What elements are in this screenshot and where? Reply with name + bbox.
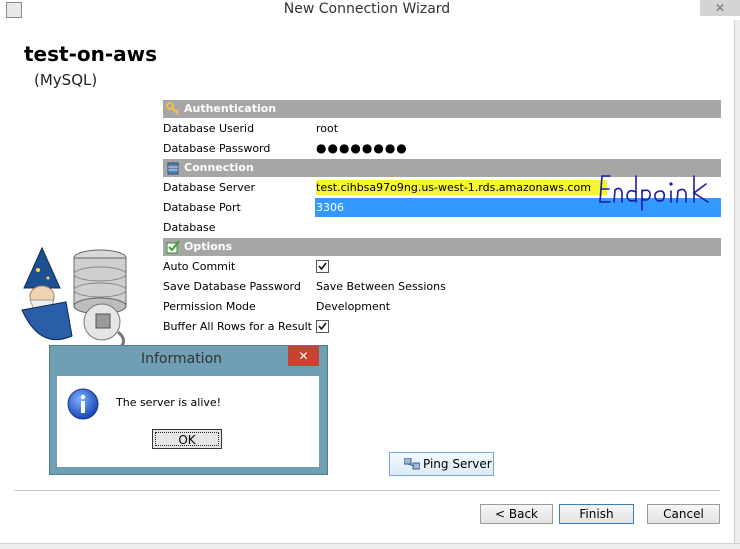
window-close-button[interactable]: ✕	[700, 0, 740, 16]
database-label: Database	[163, 218, 315, 237]
section-options-label: Options	[184, 240, 233, 253]
checkmark-icon	[166, 240, 180, 254]
autocommit-label: Auto Commit	[163, 257, 315, 276]
information-dialog: Information ✕ The server is alive! OK	[49, 345, 328, 475]
window-right-edge	[734, 20, 740, 549]
check-mark-icon	[318, 322, 327, 331]
save-password-label: Save Database Password	[163, 277, 315, 296]
dialog-title: Information	[140, 351, 223, 367]
section-authentication-label: Authentication	[184, 102, 277, 115]
title-bar: New Connection Wizard ✕	[0, 0, 740, 20]
port-label: Database Port	[163, 198, 315, 217]
password-label: Database Password	[163, 139, 315, 158]
row-permission-mode[interactable]: Permission Mode Development	[163, 297, 721, 316]
row-database-password[interactable]: Database Password ●●●●●●●●	[163, 139, 721, 158]
window-bottom-edge	[0, 543, 740, 549]
save-password-select[interactable]: Save Between Sessions	[315, 277, 721, 296]
ok-button[interactable]: OK	[152, 429, 222, 449]
row-database[interactable]: Database	[163, 218, 721, 237]
database-icon	[167, 162, 179, 175]
cancel-button[interactable]: Cancel	[647, 504, 720, 524]
connection-properties-grid: Authentication Database Userid root Data…	[163, 100, 721, 336]
endpoint-handwritten-annotation	[599, 175, 709, 211]
ping-server-label: Ping Server	[423, 457, 492, 471]
footer-separator	[14, 490, 720, 491]
dialog-close-button[interactable]: ✕	[288, 346, 319, 366]
buffer-rows-label: Buffer All Rows for a Result	[163, 317, 315, 336]
section-connection-label: Connection	[184, 161, 254, 174]
finish-button[interactable]: Finish	[559, 504, 634, 524]
key-icon	[166, 102, 179, 115]
autocommit-cell	[315, 257, 721, 276]
userid-field[interactable]: root	[315, 119, 721, 138]
info-icon	[67, 388, 99, 420]
row-auto-commit[interactable]: Auto Commit	[163, 257, 721, 276]
permission-mode-label: Permission Mode	[163, 297, 315, 316]
dialog-message: The server is alive!	[116, 396, 222, 409]
dialog-body: The server is alive! OK	[57, 376, 319, 467]
ping-server-button[interactable]: Ping Server	[389, 452, 494, 476]
password-field[interactable]: ●●●●●●●●	[315, 139, 721, 158]
database-field[interactable]	[315, 218, 721, 237]
row-buffer-rows[interactable]: Buffer All Rows for a Result	[163, 317, 721, 336]
check-mark-icon	[318, 262, 327, 271]
server-value-highlighted: test.cihbsa97o9ng.us-west-1.rds.amazonaw…	[316, 180, 607, 195]
permission-mode-select[interactable]: Development	[315, 297, 721, 316]
wizard-database-icon	[21, 246, 127, 350]
autocommit-checkbox[interactable]	[316, 260, 329, 273]
buffer-rows-cell	[315, 317, 721, 336]
row-save-password[interactable]: Save Database Password Save Between Sess…	[163, 277, 721, 296]
back-button[interactable]: < Back	[480, 504, 553, 524]
network-icon	[404, 458, 420, 470]
buffer-rows-checkbox[interactable]	[316, 320, 329, 333]
userid-label: Database Userid	[163, 119, 315, 138]
connection-name: test-on-aws	[24, 42, 158, 66]
connection-type: (MySQL)	[34, 71, 98, 89]
window-title: New Connection Wizard	[283, 1, 451, 17]
section-options: Options	[163, 238, 721, 256]
row-database-userid[interactable]: Database Userid root	[163, 119, 721, 138]
section-authentication: Authentication	[163, 100, 721, 118]
server-label: Database Server	[163, 178, 315, 197]
